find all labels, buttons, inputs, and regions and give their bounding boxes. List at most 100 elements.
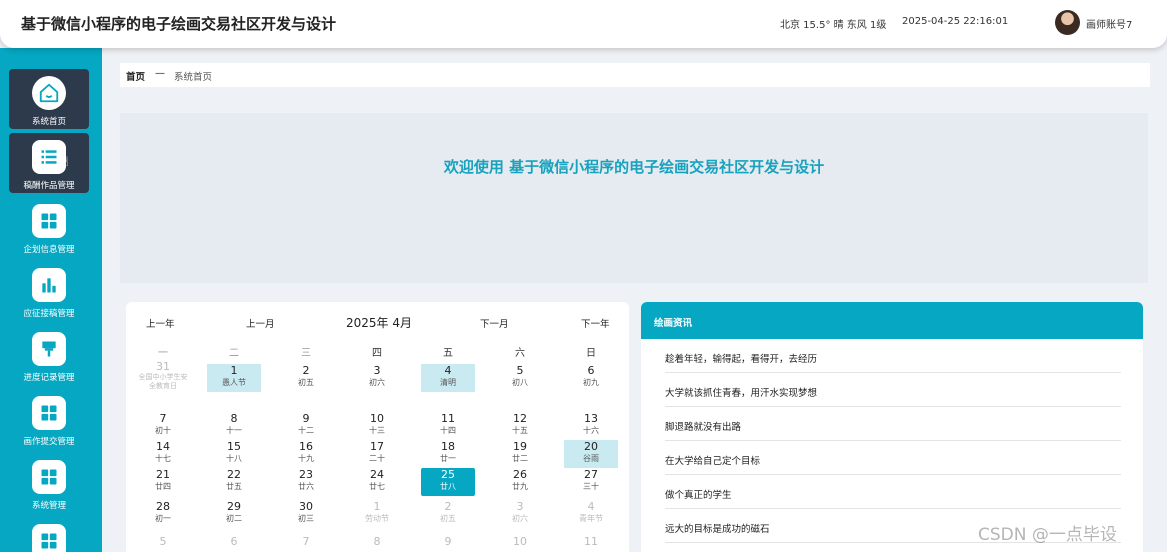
calendar-day[interactable]: 7 初十 [136, 412, 190, 440]
sidebar-item-label: 稿酬作品管理 [23, 181, 75, 191]
calendar-day[interactable]: 29 初二 [207, 500, 261, 528]
calendar-day[interactable]: 4 青年节 [564, 500, 618, 528]
calendar-day[interactable]: 15 十八 [207, 440, 261, 468]
calendar-day-lunar: 劳动节 [365, 514, 389, 523]
calendar-day[interactable]: 13 十六 [564, 412, 618, 440]
calendar-day-lunar: 十八 [226, 454, 242, 463]
calendar-day-lunar: 初九 [583, 378, 599, 387]
sidebar-item-home[interactable]: 系统首页 [9, 69, 89, 129]
sidebar-item-progress[interactable]: 进度记录管理 [9, 325, 89, 385]
calendar-day-number: 6 [587, 364, 595, 377]
calendar-day-number: 15 [227, 440, 241, 453]
calendar-day[interactable]: 4 清明 [421, 364, 475, 392]
news-panel: 绘画资讯 趁着年轻，输得起，看得开，去经历 大学就该抓住青春，用汗水实现梦想 脚… [641, 302, 1143, 552]
calendar-day[interactable]: 30 初三 [279, 500, 333, 528]
news-item[interactable]: 在大学给自己定个目标 [665, 441, 1121, 475]
calendar-day[interactable]: 17 二十 [350, 440, 404, 468]
calendar-title: 2025年 4月 [346, 316, 412, 330]
calendar-day[interactable]: 26 廿九 [493, 468, 547, 496]
calendar-day[interactable]: 12 十五 [493, 412, 547, 440]
sidebar-item-system[interactable]: 系统管理 [9, 453, 89, 513]
calendar-day[interactable]: 10 十三 [350, 412, 404, 440]
sidebar-item-submission[interactable]: 画作提交管理 [9, 389, 89, 449]
calendar-day-lunar: 初八 [512, 378, 528, 387]
calendar-day[interactable]: 20 谷雨 [564, 440, 618, 468]
calendar-day-lunar: 初三 [298, 514, 314, 523]
calendar-day[interactable]: 11 [564, 535, 618, 552]
grid-icon [32, 204, 66, 238]
calendar-day[interactable]: 9 [421, 535, 475, 552]
breadcrumb: 首页 — 系统首页 [120, 63, 1150, 87]
calendar-day-lunar: 十五 [512, 426, 528, 435]
sidebar-item-more[interactable] [9, 517, 89, 552]
calendar-day[interactable]: 14 十七 [136, 440, 190, 468]
calendar-day[interactable]: 6 [207, 535, 261, 552]
sidebar-item-label: 企划信息管理 [23, 245, 75, 255]
welcome-banner: 欢迎使用 基于微信小程序的电子绘画交易社区开发与设计 [120, 113, 1148, 283]
news-item[interactable]: 大学就该抓住青春，用汗水实现梦想 [665, 373, 1121, 407]
sidebar: 系统首页 ☝ 稿酬作品管理 企划信息管理 应征接稿管理 进度记录管理 画作提交管… [0, 48, 102, 552]
calendar-day[interactable]: 5 初八 [493, 364, 547, 392]
calendar-day[interactable]: 2 初五 [421, 500, 475, 528]
calendar-day-number: 24 [370, 468, 384, 481]
calendar-day-number: 12 [513, 412, 527, 425]
calendar-day[interactable]: 1 劳动节 [350, 500, 404, 528]
calendar-day-lunar: 初一 [155, 514, 171, 523]
sidebar-item-application[interactable]: 应征接稿管理 [9, 261, 89, 321]
calendar-day[interactable]: 16 十九 [279, 440, 333, 468]
calendar-day-lunar: 初六 [512, 514, 528, 523]
next-month-button[interactable]: 下一月 [480, 316, 509, 330]
calendar-day-number: 7 [159, 412, 167, 425]
calendar-day[interactable]: 1 愚人节 [207, 364, 261, 392]
news-item[interactable]: 脚退路就没有出路 [665, 407, 1121, 441]
calendar-day[interactable]: 23 廿六 [279, 468, 333, 496]
calendar-day[interactable]: 2 初五 [279, 364, 333, 392]
calendar-day-number: 2 [302, 364, 310, 377]
calendar-day[interactable]: 22 廿五 [207, 468, 261, 496]
calendar-day[interactable]: 27 三十 [564, 468, 618, 496]
calendar-day-lunar: 初二 [226, 514, 242, 523]
sidebar-item-planning[interactable]: 企划信息管理 [9, 197, 89, 257]
next-year-button[interactable]: 下一年 [581, 316, 610, 330]
calendar-day-number: 4 [587, 500, 595, 513]
breadcrumb-current: 系统首页 [174, 72, 213, 83]
calendar-day[interactable]: 9 十二 [279, 412, 333, 440]
calendar-day[interactable]: 11 十四 [421, 412, 475, 440]
calendar-day-number: 6 [230, 535, 238, 548]
calendar-day-lunar: 十六 [583, 426, 599, 435]
calendar-day-number: 29 [227, 500, 241, 513]
calendar-day[interactable]: 18 廿一 [421, 440, 475, 468]
calendar-day[interactable]: 10 [493, 535, 547, 552]
calendar-day[interactable]: 31 全国中小学生安全教育日 [136, 360, 190, 396]
calendar-day[interactable]: 21 廿四 [136, 468, 190, 496]
calendar-day-number: 18 [441, 440, 455, 453]
calendar-day[interactable]: 3 初六 [493, 500, 547, 528]
bar-chart-icon [32, 268, 66, 302]
username[interactable]: 画师账号7 [1086, 16, 1132, 31]
news-item[interactable]: 趁着年轻，输得起，看得开，去经历 [665, 339, 1121, 373]
calendar-day-number: 17 [370, 440, 384, 453]
calendar-day-today[interactable]: 25 廿八 [421, 468, 475, 496]
calendar-day-number: 23 [299, 468, 313, 481]
calendar-day[interactable]: 8 十一 [207, 412, 261, 440]
calendar-day[interactable]: 24 廿七 [350, 468, 404, 496]
calendar-day[interactable]: 5 [136, 535, 190, 552]
calendar-panel: 上一年 上一月 2025年 4月 下一月 下一年 一 二 三 四 五 六 日 3… [126, 302, 629, 552]
sidebar-item-label: 系统管理 [31, 501, 66, 511]
calendar-day[interactable]: 28 初一 [136, 500, 190, 528]
prev-month-button[interactable]: 上一月 [246, 316, 275, 330]
news-item[interactable]: 做个真正的学生 [665, 475, 1121, 509]
calendar-day-lunar: 二十 [369, 454, 385, 463]
breadcrumb-home[interactable]: 首页 [126, 69, 145, 83]
calendar-day[interactable]: 19 廿二 [493, 440, 547, 468]
weekday-header: 四 [372, 348, 382, 359]
avatar[interactable] [1055, 10, 1080, 35]
calendar-day-number: 16 [299, 440, 313, 453]
sidebar-item-artwork[interactable]: ☝ 稿酬作品管理 [9, 133, 89, 193]
calendar-day[interactable]: 3 初六 [350, 364, 404, 392]
calendar-day[interactable]: 8 [350, 535, 404, 552]
news-title: 绘画资讯 [654, 318, 693, 329]
calendar-day[interactable]: 7 [279, 535, 333, 552]
calendar-day[interactable]: 6 初九 [564, 364, 618, 392]
prev-year-button[interactable]: 上一年 [146, 316, 175, 330]
